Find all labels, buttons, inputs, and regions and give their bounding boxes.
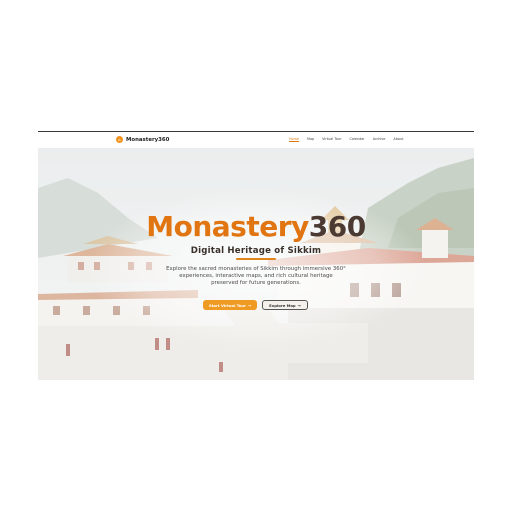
nav-links: Home Map Virtual Tour Calendar Archive A… bbox=[289, 137, 403, 142]
nav-link-calendar[interactable]: Calendar bbox=[349, 137, 364, 142]
navbar: ⌂ Monastery360 Home Map Virtual Tour Cal… bbox=[38, 132, 474, 148]
hero-title-number: 360 bbox=[308, 210, 366, 243]
hero-section: Monastery360 Digital Heritage of Sikkim … bbox=[38, 148, 474, 380]
nav-link-home[interactable]: Home bbox=[289, 137, 300, 142]
hero-title-word: Monastery bbox=[146, 210, 309, 243]
browser-frame: ⌂ Monastery360 Home Map Virtual Tour Cal… bbox=[38, 131, 474, 380]
hero-subtitle: Digital Heritage of Sikkim bbox=[190, 246, 322, 256]
hero-content: Monastery360 Digital Heritage of Sikkim … bbox=[38, 148, 474, 380]
brand[interactable]: ⌂ Monastery360 bbox=[116, 136, 169, 143]
brand-name: Monastery360 bbox=[126, 136, 170, 143]
hero-title: Monastery360 bbox=[38, 210, 474, 243]
nav-link-virtual-tour[interactable]: Virtual Tour bbox=[322, 137, 341, 142]
explore-map-label: Explore Map bbox=[269, 302, 296, 308]
arrow-right-icon: → bbox=[247, 302, 252, 308]
hero-description: Explore the sacred monasteries of Sikkim… bbox=[166, 266, 346, 286]
nav-link-map[interactable]: Map bbox=[307, 137, 314, 142]
subtitle-underline bbox=[236, 258, 276, 260]
explore-map-button[interactable]: Explore Map → bbox=[262, 300, 308, 310]
start-virtual-tour-button[interactable]: Start Virtual Tour → bbox=[203, 300, 257, 310]
start-virtual-tour-label: Start Virtual Tour bbox=[208, 302, 246, 308]
arrow-right-icon: → bbox=[297, 302, 301, 308]
nav-link-archive[interactable]: Archive bbox=[373, 137, 386, 142]
nav-link-about[interactable]: About bbox=[393, 137, 403, 142]
monastery-logo-icon: ⌂ bbox=[116, 136, 123, 143]
